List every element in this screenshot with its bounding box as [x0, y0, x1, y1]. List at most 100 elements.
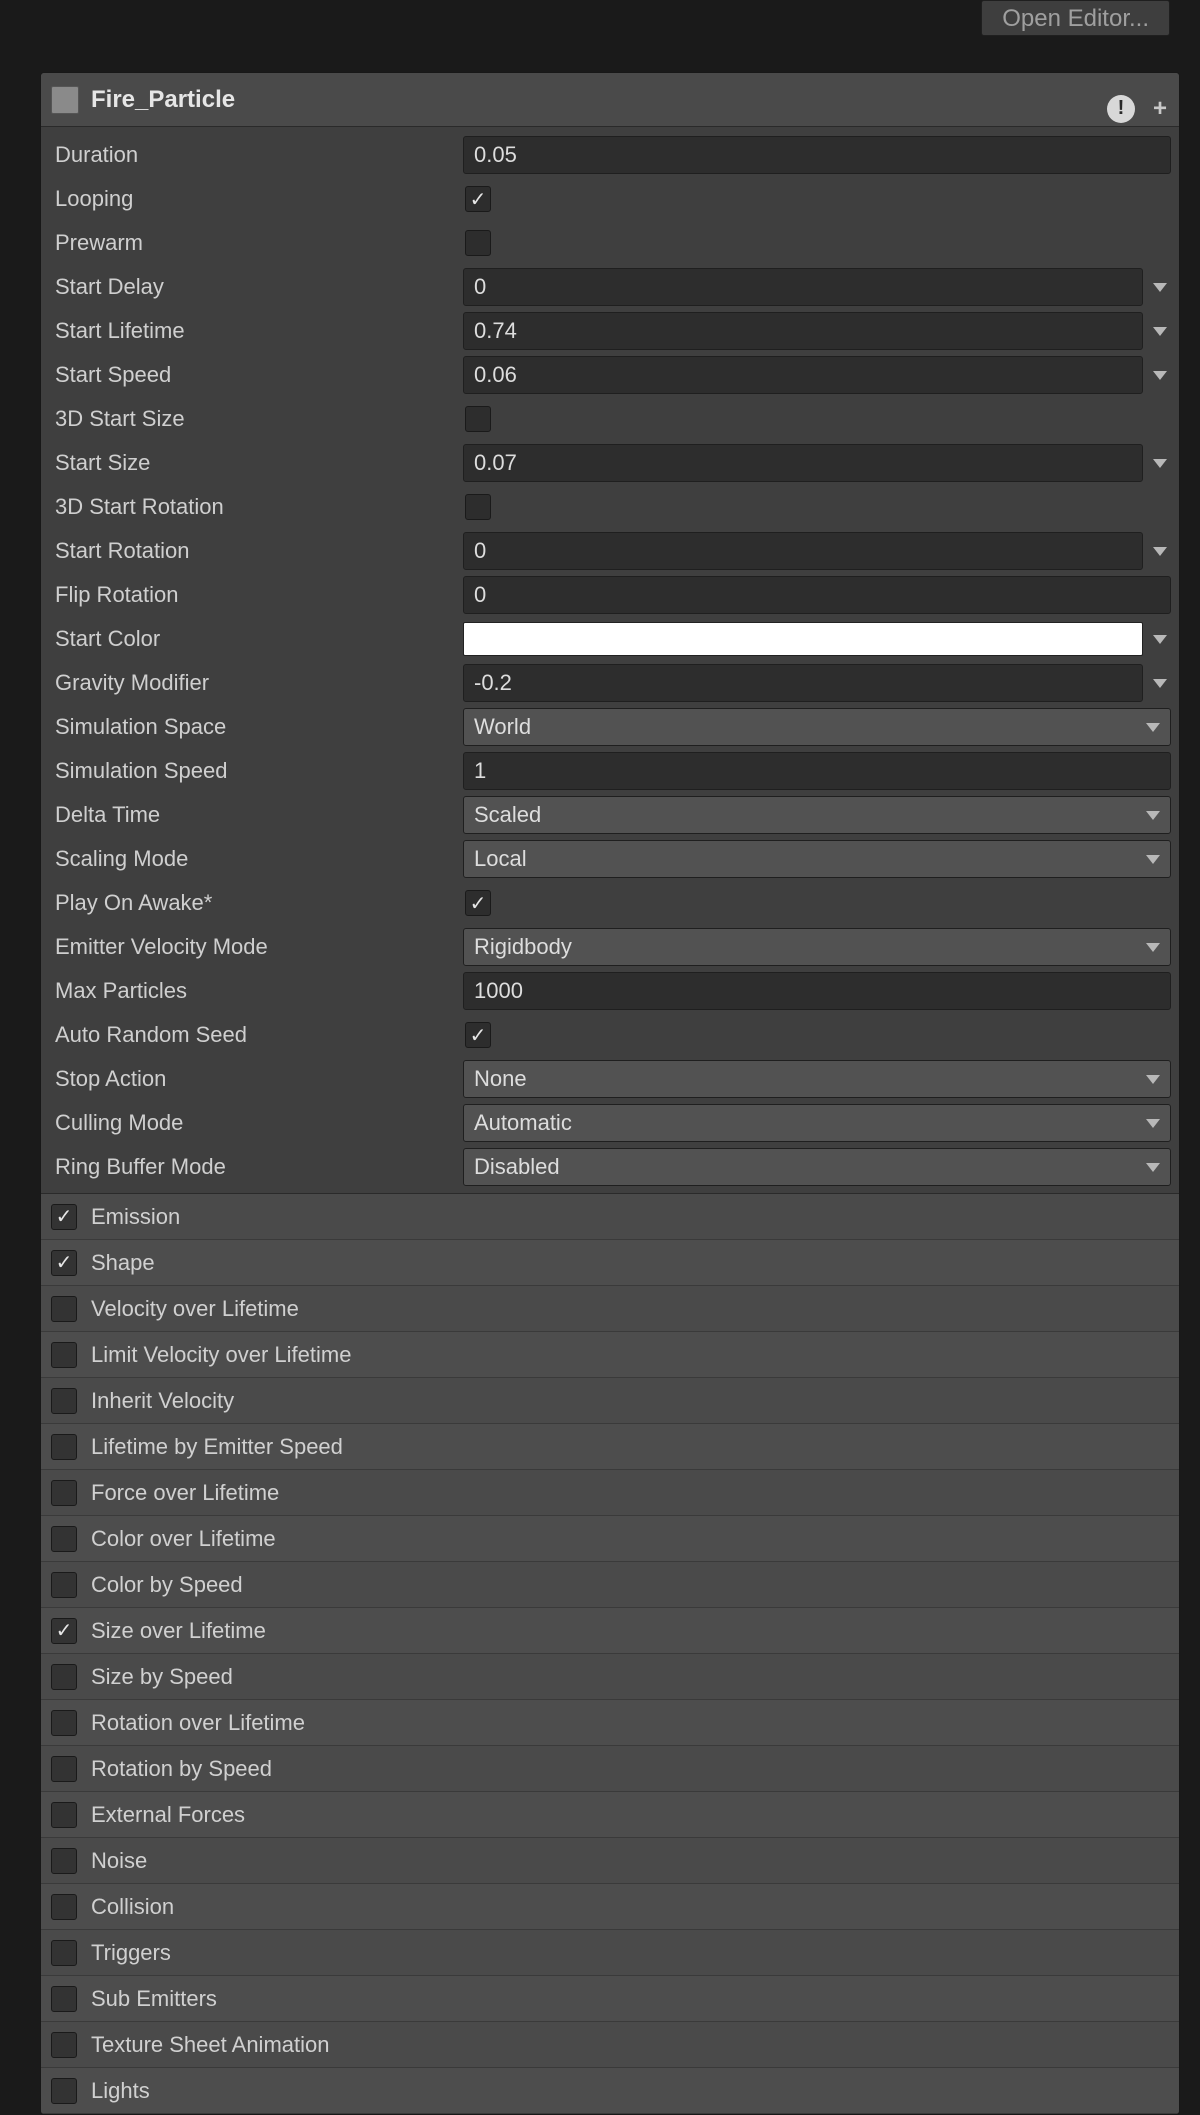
module-label: Rotation over Lifetime: [91, 1710, 305, 1736]
module-checkbox[interactable]: [51, 2032, 77, 2058]
module-checkbox[interactable]: [51, 1894, 77, 1920]
scaling-mode-dropdown[interactable]: Local: [463, 840, 1171, 878]
module-label: Noise: [91, 1848, 147, 1874]
module-checkbox[interactable]: [51, 1342, 77, 1368]
prop-label: Start Color: [51, 626, 463, 652]
simulation-space-dropdown[interactable]: World: [463, 708, 1171, 746]
chevron-down-icon[interactable]: [1149, 635, 1171, 644]
3d-start-rotation-checkbox[interactable]: [465, 494, 491, 520]
chevron-down-icon[interactable]: [1149, 547, 1171, 556]
chevron-down-icon: [1146, 943, 1160, 952]
module-row[interactable]: Velocity over Lifetime: [41, 1286, 1179, 1332]
start-lifetime-input[interactable]: 0.74: [463, 312, 1143, 350]
prop-label: Start Delay: [51, 274, 463, 300]
chevron-down-icon: [1146, 1119, 1160, 1128]
module-title: Fire_Particle: [91, 86, 1095, 114]
info-icon[interactable]: !: [1107, 95, 1135, 123]
stop-action-dropdown[interactable]: None: [463, 1060, 1171, 1098]
auto-random-seed-checkbox[interactable]: ✓: [465, 1022, 491, 1048]
chevron-down-icon: [1146, 855, 1160, 864]
chevron-down-icon[interactable]: [1149, 679, 1171, 688]
chevron-down-icon[interactable]: [1149, 371, 1171, 380]
prop-label: Simulation Space: [51, 714, 463, 740]
flip-rotation-input[interactable]: 0: [463, 576, 1171, 614]
prop-label: Gravity Modifier: [51, 670, 463, 696]
module-row[interactable]: Limit Velocity over Lifetime: [41, 1332, 1179, 1378]
prop-label: Start Size: [51, 450, 463, 476]
module-row[interactable]: Force over Lifetime: [41, 1470, 1179, 1516]
module-row[interactable]: Size by Speed: [41, 1654, 1179, 1700]
module-header[interactable]: Fire_Particle ! +: [41, 73, 1179, 127]
module-row[interactable]: Rotation by Speed: [41, 1746, 1179, 1792]
module-row[interactable]: Lights: [41, 2068, 1179, 2114]
culling-mode-dropdown[interactable]: Automatic: [463, 1104, 1171, 1142]
module-row[interactable]: Inherit Velocity: [41, 1378, 1179, 1424]
module-row[interactable]: Noise: [41, 1838, 1179, 1884]
start-speed-input[interactable]: 0.06: [463, 356, 1143, 394]
chevron-down-icon[interactable]: [1149, 283, 1171, 292]
module-row[interactable]: Rotation over Lifetime: [41, 1700, 1179, 1746]
max-particles-input[interactable]: 1000: [463, 972, 1171, 1010]
module-checkbox[interactable]: ✓: [51, 1250, 77, 1276]
module-label: Lifetime by Emitter Speed: [91, 1434, 343, 1460]
module-label: Rotation by Speed: [91, 1756, 272, 1782]
simulation-speed-input[interactable]: 1: [463, 752, 1171, 790]
play-on-awake-checkbox[interactable]: ✓: [465, 890, 491, 916]
prop-label: Flip Rotation: [51, 582, 463, 608]
module-checkbox[interactable]: [51, 1940, 77, 1966]
prop-label: Delta Time: [51, 802, 463, 828]
prop-label: Play On Awake*: [51, 890, 463, 916]
module-checkbox[interactable]: [51, 1756, 77, 1782]
add-module-icon[interactable]: +: [1153, 95, 1167, 123]
module-row[interactable]: Lifetime by Emitter Speed: [41, 1424, 1179, 1470]
module-label: Color over Lifetime: [91, 1526, 276, 1552]
module-row[interactable]: ✓ Shape: [41, 1240, 1179, 1286]
ring-buffer-mode-dropdown[interactable]: Disabled: [463, 1148, 1171, 1186]
start-color-colorfield[interactable]: [463, 622, 1143, 656]
prop-label: Culling Mode: [51, 1110, 463, 1136]
prop-label: 3D Start Size: [51, 406, 463, 432]
module-row[interactable]: Texture Sheet Animation: [41, 2022, 1179, 2068]
prop-label: Start Speed: [51, 362, 463, 388]
start-delay-input[interactable]: 0: [463, 268, 1143, 306]
module-checkbox[interactable]: [51, 1526, 77, 1552]
start-size-input[interactable]: 0.07: [463, 444, 1143, 482]
module-checkbox[interactable]: [51, 1434, 77, 1460]
gravity-modifier-input[interactable]: -0.2: [463, 664, 1143, 702]
duration-input[interactable]: 0.05: [463, 136, 1171, 174]
open-editor-button[interactable]: Open Editor...: [981, 0, 1170, 36]
module-row[interactable]: Collision: [41, 1884, 1179, 1930]
prop-label: Looping: [51, 186, 463, 212]
module-row[interactable]: Sub Emitters: [41, 1976, 1179, 2022]
module-checkbox[interactable]: [51, 1986, 77, 2012]
module-row[interactable]: Color over Lifetime: [41, 1516, 1179, 1562]
module-row[interactable]: Color by Speed: [41, 1562, 1179, 1608]
prop-label: Stop Action: [51, 1066, 463, 1092]
delta-time-dropdown[interactable]: Scaled: [463, 796, 1171, 834]
module-checkbox[interactable]: ✓: [51, 1618, 77, 1644]
particle-system-icon: [51, 86, 79, 114]
module-checkbox[interactable]: [51, 1296, 77, 1322]
module-checkbox[interactable]: [51, 2078, 77, 2104]
3d-start-size-checkbox[interactable]: [465, 406, 491, 432]
module-row[interactable]: Triggers: [41, 1930, 1179, 1976]
chevron-down-icon[interactable]: [1149, 459, 1171, 468]
module-checkbox[interactable]: [51, 1388, 77, 1414]
module-row[interactable]: External Forces: [41, 1792, 1179, 1838]
looping-checkbox[interactable]: ✓: [465, 186, 491, 212]
chevron-down-icon[interactable]: [1149, 327, 1171, 336]
emitter-velocity-mode-dropdown[interactable]: Rigidbody: [463, 928, 1171, 966]
module-row[interactable]: ✓ Emission: [41, 1194, 1179, 1240]
prewarm-checkbox[interactable]: [465, 230, 491, 256]
module-checkbox[interactable]: ✓: [51, 1204, 77, 1230]
module-checkbox[interactable]: [51, 1848, 77, 1874]
module-checkbox[interactable]: [51, 1664, 77, 1690]
start-rotation-input[interactable]: 0: [463, 532, 1143, 570]
module-row[interactable]: ✓ Size over Lifetime: [41, 1608, 1179, 1654]
module-label: Velocity over Lifetime: [91, 1296, 299, 1322]
module-checkbox[interactable]: [51, 1802, 77, 1828]
module-checkbox[interactable]: [51, 1710, 77, 1736]
module-checkbox[interactable]: [51, 1480, 77, 1506]
prop-label: Start Lifetime: [51, 318, 463, 344]
module-checkbox[interactable]: [51, 1572, 77, 1598]
